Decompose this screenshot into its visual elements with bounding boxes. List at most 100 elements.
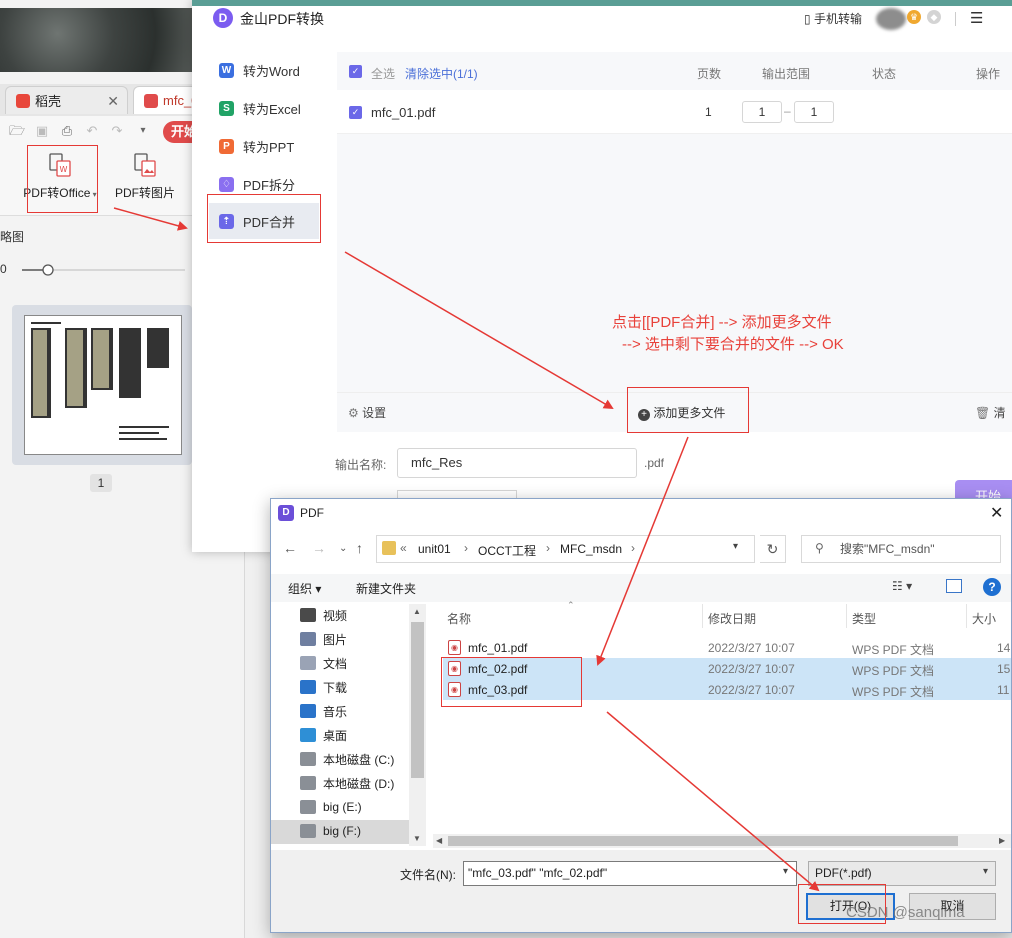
- pdf-to-image-button[interactable]: PDF转图片: [108, 152, 182, 201]
- thumbnail-zoom-slider[interactable]: 0: [0, 262, 185, 278]
- settings-button[interactable]: ⚙ 设置: [348, 404, 386, 421]
- sidebar-item-to-excel[interactable]: S 转为Excel: [209, 90, 319, 126]
- horizontal-scrollbar-thumb[interactable]: [448, 836, 958, 846]
- view-options-button[interactable]: ☷ ▾: [892, 579, 912, 593]
- close-icon[interactable]: ✕: [990, 503, 1003, 523]
- sidebar-item-label: 转为Excel: [243, 101, 301, 117]
- preview-pane-icon[interactable]: [946, 579, 962, 593]
- search-input[interactable]: 搜索"MFC_msdn": [801, 535, 1001, 563]
- breadcrumb-overflow[interactable]: «: [400, 541, 407, 555]
- nav-item[interactable]: 图片: [300, 628, 347, 650]
- word-icon: W: [219, 62, 234, 78]
- nav-item[interactable]: 视频: [300, 604, 347, 626]
- help-icon[interactable]: ?: [983, 578, 1001, 596]
- nav-item[interactable]: big (F:): [300, 820, 361, 842]
- page-thumbnail-content: [31, 322, 169, 440]
- drive-f-icon: [300, 824, 316, 838]
- output-name-input[interactable]: mfc_Res: [397, 448, 637, 478]
- sidebar-item-label: 转为Word: [243, 63, 300, 79]
- chevron-down-icon[interactable]: ▾: [733, 541, 738, 552]
- breadcrumb-separator[interactable]: ›: [631, 541, 635, 555]
- range-to-input[interactable]: 1: [794, 101, 834, 123]
- scroll-down-icon[interactable]: ▼: [413, 834, 421, 843]
- column-divider[interactable]: [702, 604, 703, 628]
- annotation-line-2: --> 选中剩下要合并的文件 --> OK: [622, 336, 844, 353]
- column-header-type[interactable]: 类型: [852, 610, 876, 627]
- column-divider[interactable]: [846, 604, 847, 628]
- print-icon[interactable]: ⎙: [60, 124, 74, 138]
- annotation-text: 点击[[PDF合并] --> 添加更多文件 --> 选中剩下要合并的文件 -->…: [612, 312, 922, 356]
- back-arrow-icon[interactable]: ←: [283, 540, 297, 556]
- documents-folder-icon: [300, 656, 316, 670]
- up-arrow-icon[interactable]: ↑: [356, 540, 363, 556]
- downloads-folder-icon: [300, 680, 316, 694]
- file-date: 2022/3/27 10:07: [708, 683, 795, 697]
- nav-item-label: 图片: [323, 632, 348, 647]
- scroll-left-icon[interactable]: ◀: [436, 836, 442, 845]
- redo-icon[interactable]: ↷: [110, 124, 124, 138]
- filename-input[interactable]: "mfc_03.pdf" "mfc_02.pdf": [463, 861, 797, 886]
- table-row[interactable]: [337, 90, 1012, 134]
- sidebar-item-to-ppt[interactable]: P 转为PPT: [209, 128, 319, 164]
- column-header-date[interactable]: 修改日期: [708, 610, 756, 627]
- breadcrumb-separator[interactable]: ›: [464, 541, 468, 555]
- select-all-label[interactable]: 全选: [371, 65, 395, 82]
- column-header-size[interactable]: 大小: [972, 610, 996, 627]
- organize-button[interactable]: 组织 ▾: [288, 580, 321, 597]
- nav-item[interactable]: 桌面: [300, 724, 347, 746]
- breadcrumb-unit01[interactable]: unit01: [418, 542, 451, 556]
- close-icon[interactable]: ✕: [107, 93, 119, 110]
- nav-item[interactable]: 本地磁盘 (D:): [300, 772, 394, 794]
- save-icon[interactable]: ▣: [35, 124, 49, 138]
- column-header-name[interactable]: 名称: [447, 610, 471, 627]
- nav-item-label: 音乐: [323, 704, 348, 719]
- tab-daoke[interactable]: 稻壳 ✕: [5, 86, 128, 114]
- row-checkbox[interactable]: ✓: [349, 106, 362, 119]
- nav-item[interactable]: 文档: [300, 652, 347, 674]
- breadcrumb-mfc-msdn[interactable]: MFC_msdn: [560, 542, 622, 556]
- column-header-status: 状态: [872, 67, 897, 81]
- page-thumbnail[interactable]: [24, 315, 182, 455]
- clear-selected-link[interactable]: 清除选中(1/1): [405, 65, 478, 82]
- new-folder-button[interactable]: 新建文件夹: [356, 580, 416, 597]
- trash-icon: 🗑: [975, 406, 991, 420]
- nav-item-label: 文档: [323, 656, 348, 671]
- row-file-name: mfc_01.pdf: [371, 105, 436, 120]
- column-divider[interactable]: [966, 604, 967, 628]
- zoom-marker: 0: [0, 262, 7, 276]
- refresh-button[interactable]: ↻: [760, 535, 786, 563]
- nav-item[interactable]: 下载: [300, 676, 347, 698]
- scroll-right-icon[interactable]: ▶: [999, 836, 1005, 845]
- clear-list-button[interactable]: 🗑 清: [975, 404, 1006, 421]
- file-size: 14: [997, 641, 1011, 655]
- nav-item[interactable]: 本地磁盘 (C:): [300, 748, 394, 770]
- chevron-down-icon[interactable]: ▾: [783, 866, 788, 877]
- window-top-bar: [192, 0, 1012, 6]
- scroll-up-icon[interactable]: ▲: [413, 607, 421, 616]
- forward-arrow-icon[interactable]: →: [312, 540, 326, 556]
- nav-item[interactable]: 音乐: [300, 700, 347, 722]
- select-all-checkbox[interactable]: ✓: [349, 65, 362, 78]
- breadcrumb-occt[interactable]: OCCT工程: [478, 542, 536, 559]
- chevron-down-icon[interactable]: ▾: [136, 124, 150, 138]
- phone-icon: ▯: [804, 12, 811, 26]
- tab-label: 稻壳: [35, 94, 62, 109]
- pictures-folder-icon: [300, 632, 316, 646]
- nav-scrollbar-thumb[interactable]: [411, 622, 424, 778]
- open-folder-icon[interactable]: 🗁: [9, 124, 25, 138]
- nav-item[interactable]: big (E:): [300, 796, 362, 818]
- undo-icon[interactable]: ↶: [85, 124, 99, 138]
- document-area: [245, 520, 272, 938]
- desktop-folder-icon: [300, 728, 316, 742]
- file-type: WPS PDF 文档: [852, 643, 935, 657]
- file-type-select[interactable]: PDF(*.pdf): [808, 861, 996, 886]
- app-logo-icon: D: [213, 8, 233, 28]
- recent-dropdown-icon[interactable]: ⌄: [339, 543, 347, 554]
- breadcrumb-separator[interactable]: ›: [546, 541, 550, 555]
- chevron-down-icon[interactable]: ▾: [983, 866, 988, 877]
- range-from-input[interactable]: 1: [742, 101, 782, 123]
- avatar[interactable]: [876, 8, 906, 30]
- sidebar-item-to-word[interactable]: W 转为Word: [209, 52, 319, 88]
- menu-icon[interactable]: ☰: [970, 9, 983, 27]
- mobile-transfer-button[interactable]: ▯ 手机转输: [804, 10, 862, 27]
